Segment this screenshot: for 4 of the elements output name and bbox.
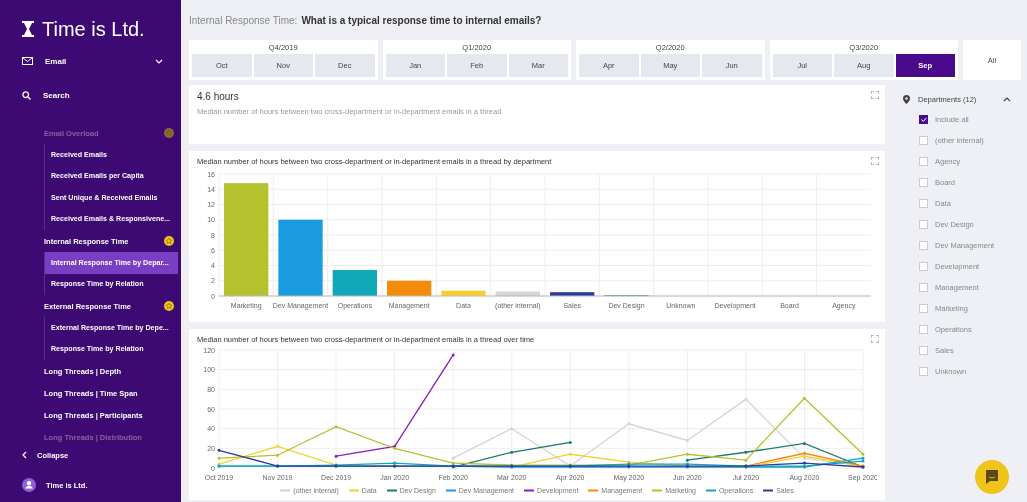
kpi-value: 4.6 hours <box>197 91 239 102</box>
brand-name: Time is Ltd. <box>42 17 145 41</box>
page-question: What is a typical response time to internal emails? <box>301 14 542 26</box>
section-label: Internal Response Time: <box>189 14 298 26</box>
